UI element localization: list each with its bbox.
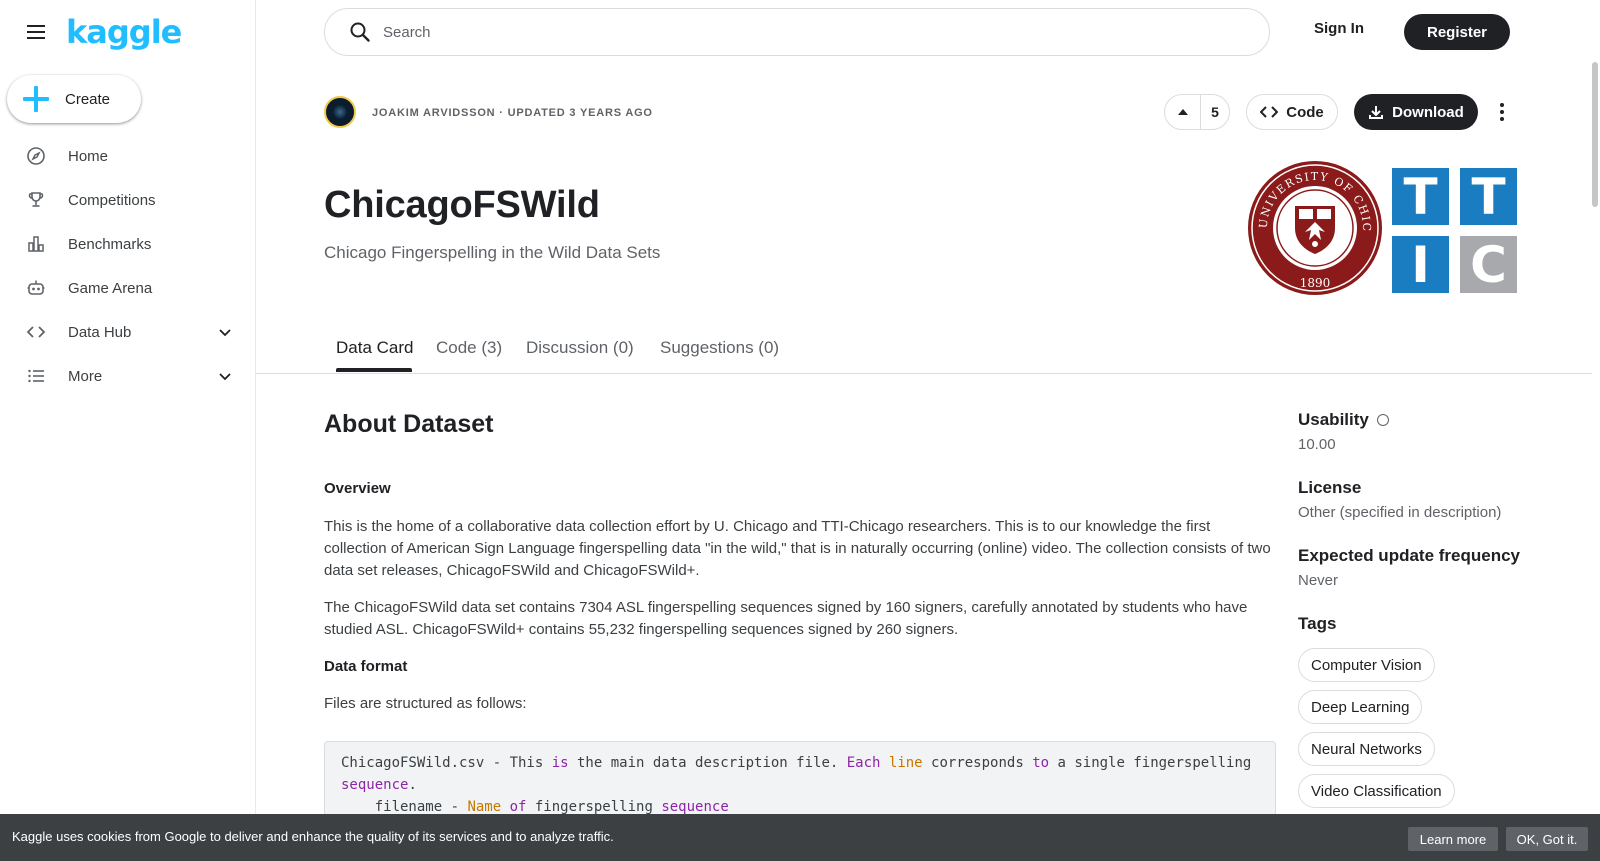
cookie-banner: Kaggle uses cookies from Google to deliv… xyxy=(0,814,1600,861)
search-input[interactable] xyxy=(383,23,1233,41)
search-bar[interactable] xyxy=(324,8,1270,56)
data-format-heading: Data format xyxy=(324,658,408,675)
register-button[interactable]: Register xyxy=(1404,14,1510,50)
ttic-letter: T xyxy=(1460,168,1517,226)
sidebar-item-home[interactable]: Home xyxy=(0,134,255,178)
university-of-chicago-seal: THE UNIVERSITY OF CHICAGO 1890 xyxy=(1247,160,1382,295)
about-heading: About Dataset xyxy=(324,410,494,438)
usability-value: 10.00 xyxy=(1298,436,1336,453)
more-options-icon[interactable] xyxy=(1494,100,1510,124)
sidebar-item-label: Game Arena xyxy=(68,279,153,297)
tab-suggestions[interactable]: Suggestions (0) xyxy=(660,338,779,358)
sidebar-item-more[interactable]: More xyxy=(0,354,255,398)
caret-up-icon xyxy=(1177,109,1188,115)
license-section: License Other (specified in description) xyxy=(1298,478,1501,521)
menu-icon[interactable] xyxy=(24,20,48,44)
tag-chip[interactable]: Computer Vision xyxy=(1298,648,1435,682)
sidebar-item-label: More xyxy=(68,367,103,385)
usability-section: Usability 10.00 xyxy=(1298,410,1389,453)
ttic-letter: T xyxy=(1392,168,1449,226)
kaggle-logo[interactable]: kaggle xyxy=(66,13,182,51)
tab-data-card[interactable]: Data Card xyxy=(336,338,413,358)
compass-icon xyxy=(26,146,46,166)
page-subtitle: Chicago Fingerspelling in the Wild Data … xyxy=(324,243,661,262)
sidebar-item-label: Data Hub xyxy=(68,323,132,341)
sidebar-item-data-hub[interactable]: Data Hub xyxy=(0,310,255,354)
download-button-label: Download xyxy=(1392,103,1464,121)
tab-code[interactable]: Code (3) xyxy=(436,338,502,358)
tag-chip[interactable]: Video Classification xyxy=(1298,774,1455,808)
vote-count: 5 xyxy=(1211,104,1219,120)
upvote-button[interactable] xyxy=(1165,95,1201,129)
sidebar-item-label: Home xyxy=(68,147,109,165)
bar-chart-icon xyxy=(26,234,46,254)
overview-paragraph: This is the home of a collaborative data… xyxy=(324,518,1271,579)
page-title: ChicagoFSWild xyxy=(324,184,600,226)
tags-label: Tags xyxy=(1298,614,1337,633)
create-button[interactable]: Create xyxy=(7,75,141,123)
ttic-letter: I xyxy=(1392,236,1449,294)
code-button[interactable]: Code xyxy=(1246,94,1338,130)
search-icon xyxy=(350,22,370,42)
tab-bar: Data Card Code (3) Discussion (0) Sugges… xyxy=(256,326,1592,374)
cookie-message: Kaggle uses cookies from Google to deliv… xyxy=(12,829,614,844)
seal-year: 1890 xyxy=(1300,276,1331,290)
active-tab-indicator xyxy=(336,368,412,372)
tab-discussion[interactable]: Discussion (0) xyxy=(526,338,634,358)
dataset-meta: JOAKIM ARVIDSSON · UPDATED 3 YEARS AGO xyxy=(372,107,653,119)
vote-widget: 5 xyxy=(1164,94,1230,130)
tag-chip[interactable]: Neural Networks xyxy=(1298,732,1435,766)
download-button[interactable]: Download xyxy=(1354,94,1478,130)
chevron-down-icon[interactable] xyxy=(217,368,233,384)
robot-icon xyxy=(26,278,46,298)
avatar[interactable] xyxy=(324,96,356,128)
ttic-letter: C xyxy=(1460,236,1517,294)
update-frequency-section: Expected update frequency Never xyxy=(1298,546,1520,589)
scrollbar-thumb[interactable] xyxy=(1592,62,1598,207)
code-icon xyxy=(26,322,46,342)
frequency-label: Expected update frequency xyxy=(1298,546,1521,565)
chevron-down-icon[interactable] xyxy=(217,324,233,340)
ok-got-it-button[interactable]: OK, Got it. xyxy=(1506,827,1588,851)
stats-paragraph: The ChicagoFSWild data set contains 7304… xyxy=(324,599,1248,638)
download-icon xyxy=(1369,106,1384,119)
ttic-logo: T T I C xyxy=(1392,168,1530,294)
sidebar: kaggle Create Home Competitions Benchmar… xyxy=(0,0,256,861)
learn-more-button[interactable]: Learn more xyxy=(1408,827,1498,851)
sidebar-item-label: Competitions xyxy=(68,191,156,209)
structure-paragraph: Files are structured as follows: xyxy=(324,695,527,712)
code-icon xyxy=(1260,106,1279,118)
trophy-icon xyxy=(26,190,46,210)
sign-in-link[interactable]: Sign In xyxy=(1314,20,1364,37)
dataset-description: Overview This is the home of a collabora… xyxy=(324,478,1276,715)
license-label: License xyxy=(1298,478,1362,497)
sidebar-item-benchmarks[interactable]: Benchmarks xyxy=(0,222,255,266)
frequency-value: Never xyxy=(1298,572,1339,589)
tag-chip[interactable]: Deep Learning xyxy=(1298,690,1423,724)
create-label: Create xyxy=(65,90,111,108)
sidebar-item-label: Benchmarks xyxy=(68,235,152,253)
list-icon xyxy=(26,366,46,386)
sidebar-item-game-arena[interactable]: Game Arena xyxy=(0,266,255,310)
sidebar-header: kaggle xyxy=(0,0,255,64)
usability-label: Usability xyxy=(1298,410,1369,429)
info-icon[interactable] xyxy=(1376,413,1389,426)
overview-heading: Overview xyxy=(324,480,391,497)
sidebar-nav: Home Competitions Benchmarks Game Arena … xyxy=(0,134,255,398)
sidebar-item-competitions[interactable]: Competitions xyxy=(0,178,255,222)
code-button-label: Code xyxy=(1286,103,1324,121)
license-value: Other (specified in description) xyxy=(1298,504,1502,521)
plus-icon xyxy=(23,86,49,112)
